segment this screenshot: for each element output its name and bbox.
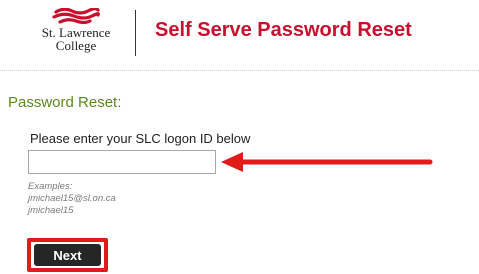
- logo-line-2: College: [55, 38, 97, 53]
- logon-id-label: Please enter your SLC logon ID below: [30, 131, 251, 146]
- wave-logo-icon: [52, 8, 100, 24]
- page-header: St. Lawrence College Self Serve Password…: [0, 0, 479, 64]
- logon-id-input[interactable]: [28, 150, 216, 174]
- red-arrow-icon: [221, 152, 433, 172]
- college-logo[interactable]: St. Lawrence College: [22, 6, 130, 60]
- example-item: jmichael15@sl.on.ca: [28, 193, 116, 204]
- header-divider: [135, 10, 136, 56]
- page-title: Self Serve Password Reset: [155, 19, 412, 41]
- examples-title: Examples:: [28, 181, 73, 192]
- header-rule: [0, 70, 479, 71]
- examples-hint: Examples: jmichael15@sl.on.ca jmichael15: [28, 181, 116, 217]
- logo-text: St. Lawrence College: [22, 26, 130, 52]
- next-button[interactable]: Next: [34, 244, 101, 266]
- section-heading: Password Reset:: [8, 94, 122, 111]
- example-item: jmichael15: [28, 205, 74, 216]
